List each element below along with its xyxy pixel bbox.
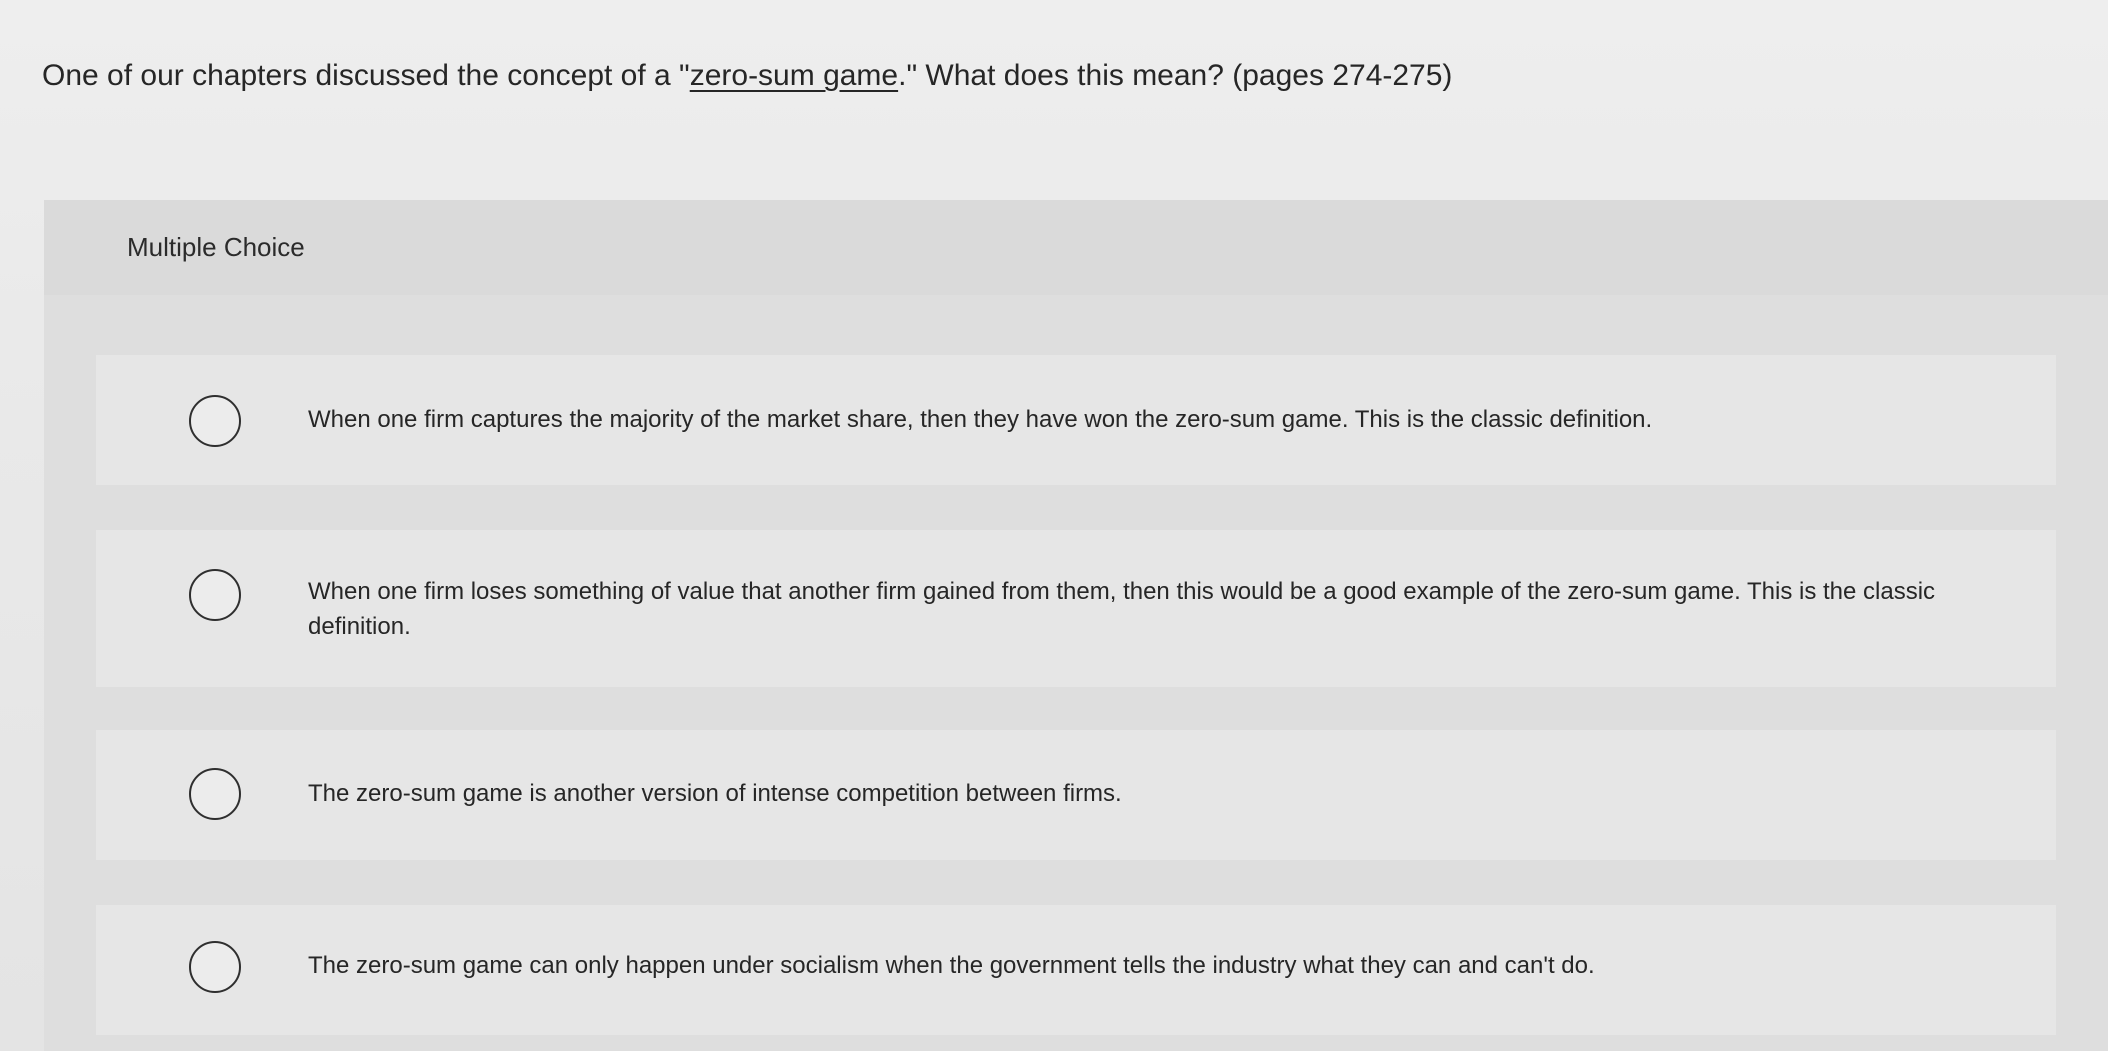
answer-option-4-text: The zero-sum game can only happen under … [308, 952, 1595, 979]
question-type-label: Multiple Choice [127, 232, 305, 262]
radio-button-1[interactable] [189, 395, 241, 447]
multiple-choice-panel: Multiple Choice When one firm captures t… [44, 200, 2108, 1051]
answer-option-1-text: When one firm captures the majority of t… [308, 406, 1653, 433]
radio-button-4[interactable] [189, 941, 241, 993]
radio-button-2[interactable] [189, 569, 241, 621]
question-prompt: One of our chapters discussed the concep… [42, 56, 1452, 96]
answer-option-3[interactable]: The zero-sum game is another version of … [96, 730, 2056, 860]
glossary-term-link[interactable]: zero-sum game [690, 59, 898, 92]
question-suffix: ." What does this mean? (pages 274-275) [898, 59, 1453, 92]
radio-button-3[interactable] [189, 768, 241, 820]
answer-option-3-text: The zero-sum game is another version of … [308, 780, 1122, 807]
question-prefix: One of our chapters discussed the concep… [42, 59, 690, 92]
answer-option-2[interactable]: When one firm loses something of value t… [96, 530, 2056, 687]
answer-option-2-text: When one firm loses something of value t… [308, 578, 1936, 640]
answer-option-4[interactable]: The zero-sum game can only happen under … [96, 905, 2056, 1035]
answer-option-1[interactable]: When one firm captures the majority of t… [96, 355, 2056, 485]
multiple-choice-header: Multiple Choice [44, 200, 2108, 295]
